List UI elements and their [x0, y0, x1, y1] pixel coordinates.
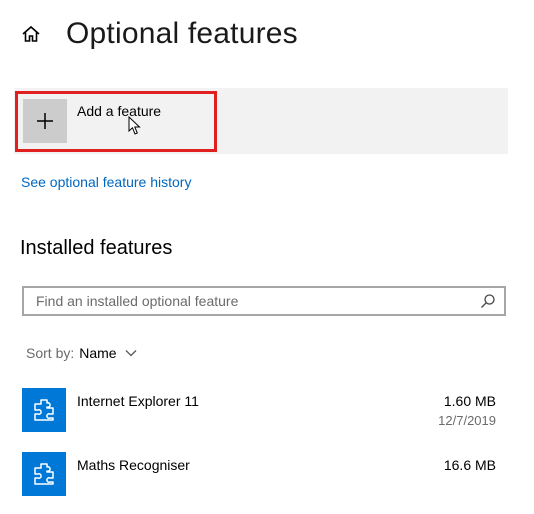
search-input[interactable] [24, 288, 474, 314]
feature-size: 1.60 MB [443, 393, 496, 409]
chevron-down-icon [125, 350, 137, 357]
feature-date: 12/7/2019 [438, 413, 496, 428]
puzzle-icon [22, 452, 66, 496]
search-icon[interactable] [480, 293, 496, 309]
sort-label: Sort by: [26, 345, 75, 361]
optional-feature-history-link[interactable]: See optional feature history [21, 174, 191, 190]
add-feature-card[interactable] [14, 88, 508, 154]
feature-name: Maths Recogniser [77, 457, 190, 473]
list-item[interactable]: Maths Recogniser 16.6 MB [0, 452, 534, 514]
sort-value[interactable]: Name [79, 345, 116, 361]
home-icon[interactable] [20, 23, 42, 45]
feature-size: 16.6 MB [443, 457, 496, 473]
plus-icon [37, 113, 53, 129]
installed-features-heading: Installed features [20, 237, 173, 259]
mouse-cursor-icon [128, 116, 141, 135]
list-item[interactable]: Internet Explorer 11 1.60 MB 12/7/2019 [0, 388, 534, 450]
add-feature-label[interactable]: Add a feature [77, 103, 161, 119]
feature-name: Internet Explorer 11 [77, 393, 199, 409]
add-feature-button[interactable] [23, 99, 67, 143]
puzzle-icon [22, 388, 66, 432]
page-title: Optional features [66, 17, 298, 50]
page-header: Optional features [20, 12, 298, 56]
sort-dropdown[interactable]: Sort by: Name [26, 345, 137, 361]
search-box[interactable] [22, 286, 506, 316]
